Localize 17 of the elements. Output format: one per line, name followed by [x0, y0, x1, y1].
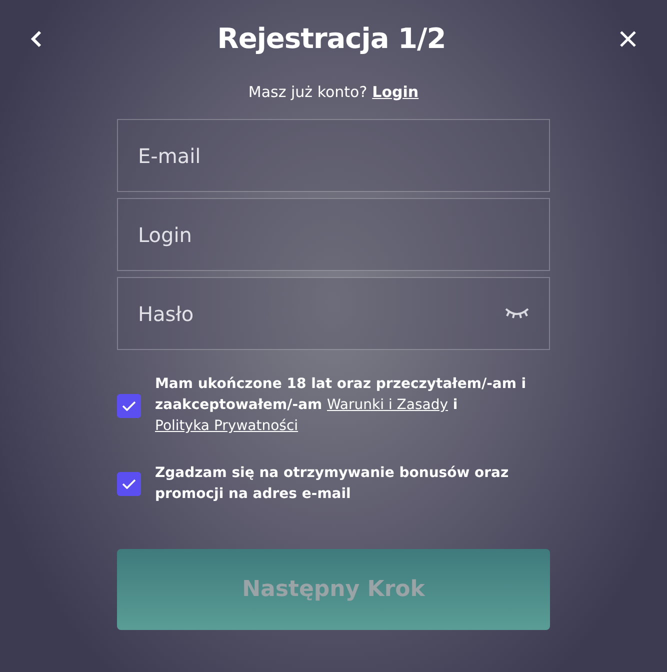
- input-field[interactable]: E-mail: [117, 119, 550, 192]
- back-chevron-icon: [30, 30, 44, 48]
- input-field[interactable]: Login: [117, 198, 550, 271]
- login-prompt-text: Masz już konto?: [248, 83, 368, 101]
- close-icon: [618, 30, 637, 48]
- checkbox[interactable]: [117, 472, 141, 496]
- check-icon: [122, 400, 136, 410]
- terms-link[interactable]: Polityka Prywatności: [155, 418, 298, 434]
- dialog-title: Rejestracja 1/2: [217, 22, 446, 55]
- closed-eye-icon[interactable]: [504, 307, 530, 319]
- consent-text: Zgadzam się na otrzymywanie bonusów oraz promocji na adres e-mail: [155, 464, 510, 504]
- check-icon: [122, 479, 136, 489]
- checkbox[interactable]: [117, 394, 141, 418]
- password-field[interactable]: Hasło: [117, 277, 550, 350]
- terms-link[interactable]: Warunki i Zasady: [326, 397, 448, 413]
- consent-text: Mam ukończone 18 lat oraz przeczytałem/-am i zaakceptowałem/-am Warunki i Zasady i Polityka Prywatności: [155, 375, 528, 436]
- login-link[interactable]: Login: [372, 83, 419, 101]
